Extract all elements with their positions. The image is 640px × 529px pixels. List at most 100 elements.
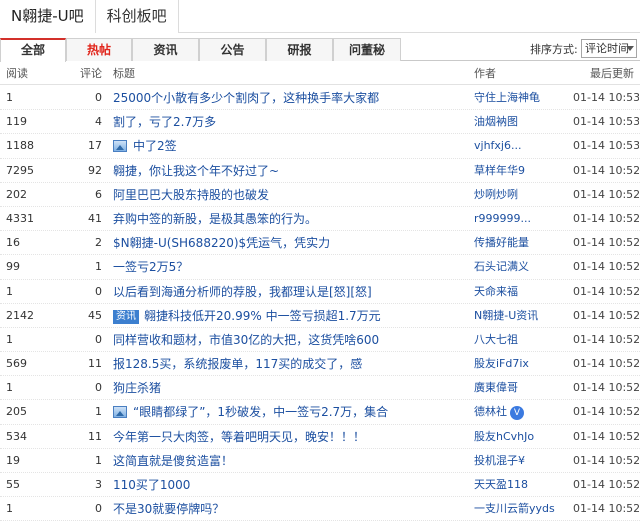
post-title-text[interactable]: 阿里巴巴大股东持股的也破发: [113, 188, 269, 202]
post-title[interactable]: 报128.5买，系统报废单，117买的成交了，感: [113, 352, 468, 376]
post-author-name[interactable]: 廣東偉哥: [474, 381, 518, 394]
post-author[interactable]: r999999...: [474, 207, 569, 231]
tab-ask-secretary[interactable]: 问董秘: [333, 38, 401, 61]
post-title-text[interactable]: 狗庄杀猪: [113, 381, 161, 395]
post-title-text[interactable]: 一签亏2万5？: [113, 260, 188, 274]
post-author[interactable]: 投机混子¥: [474, 449, 569, 473]
table-row: 99 1 一签亏2万5？ 石头记满义 01-14 10:52: [0, 255, 640, 280]
post-author-name[interactable]: 一支川云箭yyds: [474, 502, 555, 515]
table-row: 1188 17 中了2签 vjhfxj6... 01-14 10:53: [0, 134, 640, 159]
post-title[interactable]: 今年第一只大肉签，等着吧明天见，晚安！！！: [113, 425, 468, 449]
post-author[interactable]: 股友hCvhJo: [474, 425, 569, 449]
post-title[interactable]: 翱捷，你让我这个年不好过了~: [113, 159, 468, 183]
post-title-text[interactable]: 这简直就是傻贫造富！: [113, 454, 233, 468]
post-author-name[interactable]: r999999...: [474, 212, 531, 225]
post-author[interactable]: 股友iFd7ix: [474, 352, 569, 376]
post-title[interactable]: 这简直就是傻贫造富！: [113, 449, 468, 473]
post-comment-count: 2: [95, 236, 102, 250]
bar-tab-current[interactable]: N翱捷-U吧: [0, 0, 96, 33]
post-author-name[interactable]: 天命来福: [474, 285, 518, 298]
post-read-count: 1: [6, 284, 13, 298]
post-title-text[interactable]: 割了，亏了2.7万多: [113, 115, 216, 129]
post-title-text[interactable]: 25000个小散有多少个割肉了，这种换手率大家都: [113, 91, 379, 105]
post-author[interactable]: 石头记满义: [474, 255, 569, 279]
post-title-text[interactable]: 今年第一只大肉签，等着吧明天见，晚安！！！: [113, 430, 365, 444]
post-author-name[interactable]: 投机混子¥: [474, 454, 525, 467]
post-author-name[interactable]: 股友hCvhJo: [474, 430, 534, 443]
post-author[interactable]: 天命来福: [474, 280, 569, 304]
post-author-name[interactable]: 油烟衲图: [474, 115, 518, 128]
post-title-text[interactable]: $N翱捷-U(SH688220)$凭运气，凭实力: [113, 236, 330, 250]
sort-select-value: 评论时间: [585, 42, 629, 55]
post-title[interactable]: 110买了1000: [113, 473, 468, 497]
table-row: 1 0 以后看到海通分析师的荐股，我都理认是[怒][怒] 天命来福 01-14 10:5…: [0, 280, 640, 304]
post-author-name[interactable]: 德林社: [474, 405, 507, 418]
post-title[interactable]: 弃购中签的新股，是极其愚笨的行为。: [113, 207, 468, 231]
post-author[interactable]: 炒咧炒咧: [474, 183, 569, 207]
post-author-name[interactable]: 草样年华9: [474, 164, 525, 177]
post-author[interactable]: 守住上海神龟: [474, 86, 569, 110]
post-title-text[interactable]: 同样营收和题材，市值30亿的大把，这货凭啥600: [113, 333, 379, 347]
post-author[interactable]: 天天盈118: [474, 473, 569, 497]
post-read-count: 55: [6, 478, 20, 491]
post-author-name[interactable]: 炒咧炒咧: [474, 188, 518, 201]
post-author-name[interactable]: N翱捷-U资讯: [474, 309, 538, 322]
post-title[interactable]: 中了2签: [113, 134, 468, 158]
post-author[interactable]: 传播好能量: [474, 231, 569, 255]
post-read-count: 1: [6, 332, 13, 346]
table-row: 19 1 这简直就是傻贫造富！ 投机混子¥ 01-14 10:52: [0, 449, 640, 473]
tab-hot[interactable]: 热帖: [66, 38, 132, 61]
tab-all[interactable]: 全部: [0, 38, 66, 62]
post-author-name[interactable]: vjhfxj6...: [474, 139, 521, 152]
post-read-count: 99: [6, 260, 20, 274]
post-title-text[interactable]: 翱捷科技低开20.99% 中一签亏损超1.7万元: [144, 309, 381, 323]
post-author[interactable]: 德林社 V: [474, 400, 569, 424]
post-author[interactable]: 油烟衲图: [474, 110, 569, 134]
post-title-text[interactable]: 弃购中签的新股，是极其愚笨的行为。: [113, 212, 317, 226]
post-time: 01-14 10:52: [573, 453, 639, 467]
post-title[interactable]: 25000个小散有多少个割肉了，这种换手率大家都: [113, 86, 468, 110]
post-author[interactable]: 八大七祖: [474, 328, 569, 352]
tab-research[interactable]: 研报: [266, 38, 333, 61]
post-author-name[interactable]: 守住上海神龟: [474, 91, 540, 104]
post-author-name[interactable]: 股友iFd7ix: [474, 357, 529, 370]
post-author-name[interactable]: 天天盈118: [474, 478, 528, 491]
post-title[interactable]: 同样营收和题材，市值30亿的大把，这货凭啥600: [113, 328, 468, 352]
post-title-text[interactable]: 报128.5买，系统报废单，117买的成交了，感: [113, 357, 362, 371]
post-author-name[interactable]: 八大七祖: [474, 333, 518, 346]
picture-icon: [113, 140, 127, 153]
post-title-text[interactable]: 不是30就要停牌吗？: [113, 502, 224, 516]
sort-select[interactable]: 评论时间: [581, 39, 637, 58]
post-title-text[interactable]: 110买了1000: [113, 478, 190, 492]
post-title[interactable]: “眼睛都绿了”，1秒破发，中一签亏2.7万，集合: [113, 400, 468, 424]
post-title-text[interactable]: 翱捷，你让我这个年不好过了~: [113, 164, 279, 178]
post-author-name[interactable]: 石头记满义: [474, 260, 529, 273]
post-title[interactable]: 资讯 翱捷科技低开20.99% 中一签亏损超1.7万元: [113, 304, 468, 328]
post-read-count: 16: [6, 236, 20, 250]
table-row: 7295 92 翱捷，你让我这个年不好过了~ 草样年华9 01-14 10:52: [0, 159, 640, 183]
post-author[interactable]: 廣東偉哥: [474, 376, 569, 400]
post-author[interactable]: N翱捷-U资讯: [474, 304, 569, 328]
post-title[interactable]: 不是30就要停牌吗？: [113, 497, 468, 521]
post-author[interactable]: vjhfxj6...: [474, 134, 569, 158]
tab-announcements[interactable]: 公告: [199, 38, 266, 61]
table-row: 534 11 今年第一只大肉签，等着吧明天见，晚安！！！ 股友hCvhJo 01-14 …: [0, 425, 640, 449]
table-row: 4331 41 弃购中签的新股，是极其愚笨的行为。 r999999... 01-14 1…: [0, 207, 640, 232]
post-author[interactable]: 一支川云箭yyds: [474, 497, 569, 521]
post-title[interactable]: 阿里巴巴大股东持股的也破发: [113, 183, 468, 207]
post-author[interactable]: 草样年华9: [474, 159, 569, 183]
post-title[interactable]: 割了，亏了2.7万多: [113, 110, 468, 134]
post-title-text[interactable]: 以后看到海通分析师的荐股，我都理认是[怒][怒]: [113, 285, 372, 299]
post-title-text[interactable]: 中了2签: [133, 139, 177, 153]
post-title[interactable]: 狗庄杀猪: [113, 376, 468, 400]
bar-tab-kechuang[interactable]: 科创板吧: [95, 0, 179, 33]
post-title[interactable]: $N翱捷-U(SH688220)$凭运气，凭实力: [113, 231, 468, 255]
post-title[interactable]: 一签亏2万5？: [113, 255, 468, 279]
post-time: 01-14 10:52: [573, 211, 639, 225]
column-header-title: 标题: [113, 67, 135, 80]
tab-news[interactable]: 资讯: [132, 38, 199, 61]
post-title-text[interactable]: “眼睛都绿了”，1秒破发，中一签亏2.7万，集合: [133, 405, 388, 419]
table-row: 1 0 25000个小散有多少个割肉了，这种换手率大家都 守住上海神龟 01-14 10…: [0, 86, 640, 111]
post-title[interactable]: 以后看到海通分析师的荐股，我都理认是[怒][怒]: [113, 280, 468, 304]
post-author-name[interactable]: 传播好能量: [474, 236, 529, 249]
